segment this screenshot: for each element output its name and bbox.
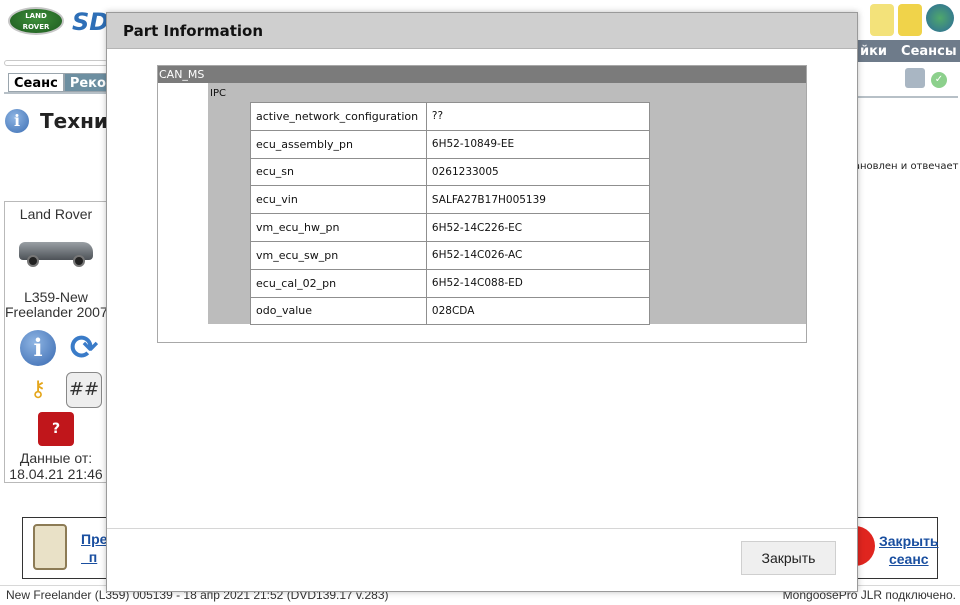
param-key: ecu_vin — [250, 185, 427, 215]
close-session-link[interactable]: Закрыть сеанс — [879, 532, 939, 568]
vehicle-model-line2: Freelander 2007 — [5, 304, 108, 320]
table-row: vm_ecu_hw_pn 6H52-14C226-EC — [250, 213, 651, 242]
top-toolbar — [870, 4, 954, 36]
bottom-left-action[interactable]: Пре п — [22, 517, 108, 579]
info-icon: i — [5, 109, 29, 133]
param-key: vm_ecu_hw_pn — [250, 213, 427, 242]
vin-icon[interactable]: ## — [66, 372, 102, 408]
param-key: ecu_cal_02_pn — [250, 268, 427, 298]
divider — [4, 92, 108, 94]
ccf-icon[interactable]: ? — [38, 412, 74, 446]
divider — [4, 60, 108, 66]
menu-item-sessions[interactable]: Сеансы — [901, 44, 957, 59]
param-key: odo_value — [250, 296, 427, 326]
connected-icon: ✓ — [931, 72, 947, 88]
tab-session[interactable]: Сеанс — [8, 73, 64, 92]
module-label: IPC — [210, 88, 226, 99]
bottom-left-link[interactable]: Пре п — [81, 530, 107, 566]
param-key: vm_ecu_sw_pn — [250, 240, 427, 270]
vehicle-info-icon[interactable]: i — [20, 330, 56, 366]
param-value: SALFA27B17H005139 — [425, 185, 651, 215]
close-session-action[interactable]: Закрыть сеанс — [853, 517, 939, 579]
param-value: 6H52-10849-EE — [425, 129, 651, 159]
connection-status-text: тановлен и отвечает — [848, 161, 959, 172]
page-title: Технич — [40, 109, 106, 133]
divider — [858, 96, 958, 98]
close-button[interactable]: Закрыть — [741, 541, 836, 575]
vehicle-brand: Land Rover — [19, 206, 93, 222]
part-information-dialog: Part Information CAN_MS IPC active_netwo… — [106, 12, 858, 592]
dialog-content: CAN_MS IPC active_network_configuration?… — [157, 65, 807, 343]
table-row: active_network_configuration?? — [250, 102, 651, 131]
table-row: ecu_sn 0261233005 — [250, 157, 651, 187]
param-value: ?? — [425, 102, 651, 131]
land-rover-logo: LAND ROVER — [8, 7, 64, 35]
right-status-icons: ✓ — [905, 68, 947, 88]
vehicle-panel: Land Rover L359-New Freelander 2007 i ⟳ … — [4, 201, 108, 483]
table-row: ecu_cal_02_pn 6H52-14C088-ED — [250, 268, 651, 298]
table-row: ecu_vin SALFA27B17H005139 — [250, 185, 651, 215]
menu-item-settings[interactable]: йки — [860, 44, 887, 59]
sdd-logo: SD — [72, 8, 110, 36]
parameter-table: active_network_configuration?? ecu_assem… — [250, 102, 651, 326]
param-key: ecu_assembly_pn — [250, 129, 427, 159]
network-header: CAN_MS — [158, 66, 806, 83]
table-row: ecu_assembly_pn 6H52-10849-EE — [250, 129, 651, 159]
param-value: 6H52-14C088-ED — [425, 268, 651, 298]
dialog-title: Part Information — [107, 13, 857, 49]
param-value: 6H52-14C226-EC — [425, 213, 651, 242]
param-value: 6H52-14C026-AC — [425, 240, 651, 270]
key-icon[interactable]: ⚷ — [20, 372, 56, 408]
network-icon[interactable] — [926, 4, 954, 32]
table-row: vm_ecu_sw_pn 6H52-14C026-AC — [250, 240, 651, 270]
car-icon — [17, 236, 95, 268]
vehicle-model-line1: L359-New — [24, 289, 88, 305]
date-value: 18.04.21 21:46 — [9, 466, 103, 482]
vehicle-date: Данные от: 18.04.21 21:46 — [5, 450, 107, 482]
param-value: 028CDA — [425, 296, 651, 326]
param-key: ecu_sn — [250, 157, 427, 187]
vehicle-model: L359-New Freelander 2007 — [5, 289, 108, 320]
module-block: IPC active_network_configuration?? ecu_a… — [208, 83, 806, 326]
interface-icon[interactable] — [905, 68, 925, 88]
param-value: 0261233005 — [425, 157, 651, 187]
param-key: active_network_configuration — [250, 102, 427, 131]
vehicle-tools: i ⟳ ⚷ ## — [5, 330, 107, 408]
table-row: odo_value 028CDA — [250, 296, 651, 326]
user-icon[interactable] — [870, 4, 894, 36]
menu-bar-right: йки Сеансы — [858, 40, 960, 62]
dialog-divider — [107, 528, 857, 529]
help-icon[interactable] — [898, 4, 922, 36]
date-label: Данные от: — [19, 450, 93, 466]
refresh-icon[interactable]: ⟳ — [66, 330, 102, 366]
clipboard-icon — [33, 524, 67, 570]
